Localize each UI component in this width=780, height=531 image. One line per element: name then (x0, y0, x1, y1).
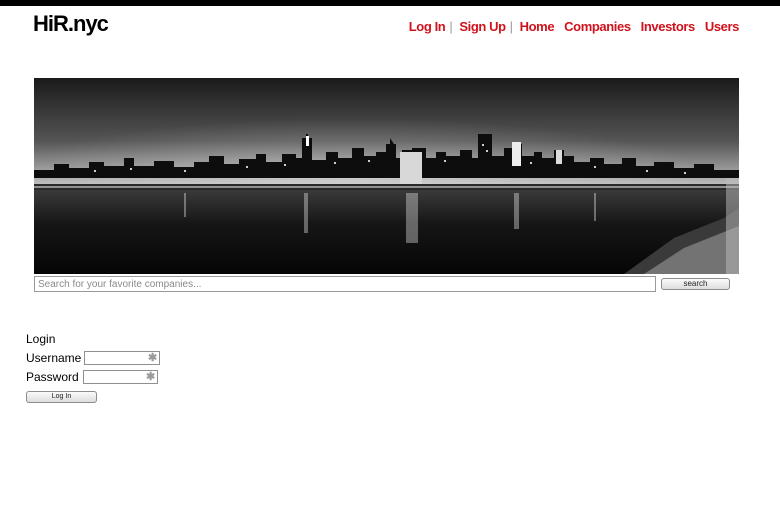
company-search-input[interactable] (34, 276, 656, 292)
hero-skyline-image (34, 78, 739, 274)
username-label: Username (26, 351, 82, 365)
login-submit-button[interactable]: Log In (26, 391, 97, 403)
nav-separator: | (449, 19, 453, 34)
top-bar (0, 0, 780, 6)
main-nav: Log In | Sign Up | Home Companies Invest… (409, 19, 740, 34)
nav-companies-link[interactable]: Companies (564, 19, 631, 34)
required-marker-icon: ✱ (148, 352, 158, 364)
nav-home-link[interactable]: Home (520, 19, 555, 34)
required-marker-icon: ✱ (146, 371, 156, 383)
password-label: Password (26, 370, 79, 384)
search-button[interactable]: search (661, 278, 730, 290)
nav-users-link[interactable]: Users (705, 19, 740, 34)
nav-investors-link[interactable]: Investors (641, 19, 696, 34)
nav-signup-link[interactable]: Sign Up (459, 19, 506, 34)
site-logo[interactable]: HiR.nyc (33, 11, 109, 37)
nav-login-link[interactable]: Log In (409, 19, 446, 34)
login-heading: Login (26, 332, 56, 346)
nav-separator: | (509, 19, 513, 34)
